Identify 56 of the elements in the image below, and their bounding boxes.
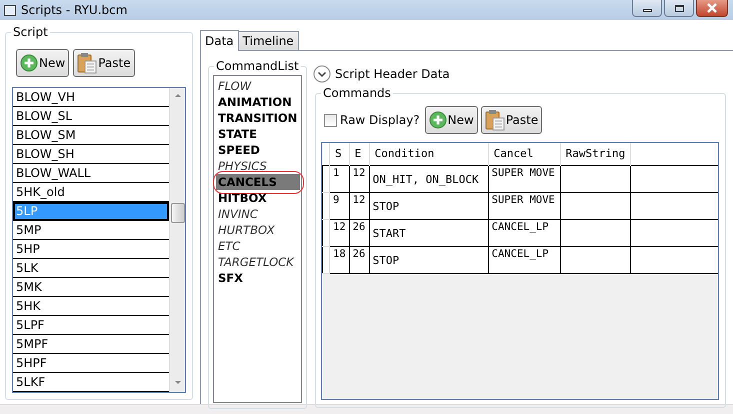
list-item[interactable]: ANIMATION xyxy=(216,94,294,110)
tab[interactable]: Data xyxy=(200,30,239,51)
expander-header[interactable]: Script Header Data xyxy=(313,65,450,83)
table-cell: SUPER MOVE xyxy=(488,192,560,219)
column-header[interactable]: RawString xyxy=(560,143,631,165)
table-cell: START xyxy=(369,219,488,246)
table-cell: CANCEL_LP xyxy=(488,219,560,246)
table-cell: SUPER MOVE xyxy=(488,165,560,192)
list-item[interactable]: STATE xyxy=(216,126,259,142)
window-title: Scripts - RYU.bcm xyxy=(21,3,128,17)
plus-icon xyxy=(20,54,38,72)
column-header[interactable]: S xyxy=(330,143,350,165)
list-item[interactable]: PHYSICS xyxy=(216,158,269,174)
list-item[interactable]: TRANSITION xyxy=(216,110,300,126)
list-item[interactable]: HURTBOX xyxy=(216,222,277,238)
list-item[interactable]: FLOW xyxy=(216,78,254,94)
paste-button[interactable]: Paste xyxy=(73,49,135,77)
table-cell: 12 xyxy=(349,192,370,219)
table-cell: 26 xyxy=(349,246,370,273)
table-cell: 9 xyxy=(330,192,350,219)
minimize-button[interactable] xyxy=(632,0,662,17)
column-header[interactable]: E xyxy=(349,143,370,165)
table-cell: STOP xyxy=(369,246,488,273)
group-label: Script xyxy=(11,25,50,39)
clipboard-icon xyxy=(77,52,98,74)
new-button[interactable]: New xyxy=(16,49,70,77)
list-item[interactable]: TARGETLOCK xyxy=(216,254,296,270)
table-cell: 26 xyxy=(349,219,370,246)
list-item[interactable]: INVINC xyxy=(216,206,260,222)
table-cell: STOP xyxy=(369,192,488,219)
paste-button[interactable]: Paste xyxy=(480,106,542,134)
table-cell: 1 xyxy=(330,165,350,192)
checkbox[interactable] xyxy=(324,114,337,126)
scrollbar[interactable] xyxy=(169,88,185,392)
column-header[interactable]: Condition xyxy=(369,143,488,165)
new-button[interactable]: New xyxy=(424,106,478,134)
plus-icon xyxy=(428,111,447,129)
table-cell: 12 xyxy=(349,165,370,192)
tab[interactable]: Timeline xyxy=(238,31,299,50)
maximize-button[interactable] xyxy=(664,0,694,17)
column-header[interactable]: Cancel xyxy=(488,143,560,165)
close-button[interactable] xyxy=(696,0,728,17)
clipboard-icon xyxy=(484,109,505,131)
close-icon xyxy=(706,3,718,13)
list-item[interactable]: SFX xyxy=(216,270,246,286)
list-item[interactable]: ETC xyxy=(216,238,242,254)
list-item[interactable]: HITBOX xyxy=(216,190,269,206)
list-item[interactable]: SPEED xyxy=(216,142,262,158)
table-cell: 18 xyxy=(330,246,350,273)
group-label: Commands xyxy=(321,86,393,100)
checkbox-label[interactable]: Raw Display? xyxy=(340,113,420,127)
group-label: CommandList xyxy=(214,59,301,73)
table-cell: ON_HIT, ON_BLOCK xyxy=(369,165,488,192)
table-cell: CANCEL_LP xyxy=(488,246,560,273)
app-icon xyxy=(4,4,16,16)
table-cell: 12 xyxy=(330,219,350,246)
